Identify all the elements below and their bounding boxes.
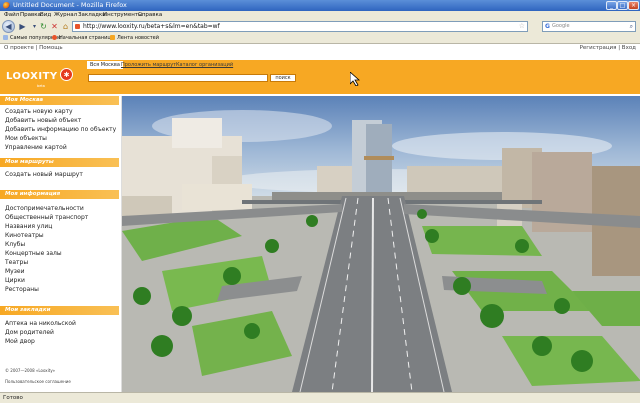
navigation-toolbar: ◀ ▶ ▾ ↻ ✕ ⌂ http://www.looxity.ru/beta+s…: [0, 19, 640, 34]
close-button[interactable]: ×: [628, 1, 639, 10]
bookmark-start-page[interactable]: Начальная страница: [52, 34, 114, 43]
url-bar[interactable]: http://www.looxity.ru/beta+s&lm=en&tab=w…: [72, 21, 528, 32]
tab-catalog[interactable]: Каталог организаций: [173, 61, 236, 69]
section-my-moscow: Моя Москва: [0, 96, 119, 105]
sidebar-link[interactable]: Аптека на никольской: [5, 320, 76, 328]
3d-map-view[interactable]: [121, 96, 640, 392]
menu-bookmarks[interactable]: Закладки: [78, 11, 106, 19]
back-icon[interactable]: ◀: [2, 20, 15, 33]
tab-route[interactable]: Проложить маршрут: [118, 61, 179, 69]
sidebar-link[interactable]: Кинотеатры: [5, 232, 44, 240]
menu-view[interactable]: Вид: [40, 11, 51, 19]
site-header: LOOXITY beta ✱ Вся Москва Проложить марш…: [0, 60, 640, 94]
sidebar-link[interactable]: Мои объекты: [5, 135, 47, 143]
mouse-cursor-icon: [350, 72, 360, 86]
sidebar-link[interactable]: Названия улиц: [5, 223, 52, 231]
sidebar-link[interactable]: Добавить информацию по объекту: [5, 126, 116, 134]
site-search-input[interactable]: [88, 74, 268, 82]
home-icon[interactable]: ⌂: [60, 21, 71, 32]
site-favicon: [75, 24, 80, 29]
google-icon: G: [545, 23, 550, 30]
search-engine-label: Google: [552, 23, 570, 29]
site-search-button[interactable]: поиск: [270, 74, 296, 82]
sidebar-link[interactable]: Клубы: [5, 241, 25, 249]
sidebar-link[interactable]: Рестораны: [5, 286, 39, 294]
firefox-icon: [52, 35, 57, 40]
logo-subtitle: beta: [37, 84, 45, 88]
firefox-icon: [3, 2, 10, 9]
window-title: Untitled Document - Mozilla Firefox: [13, 1, 127, 9]
stop-icon[interactable]: ✕: [49, 21, 60, 32]
sidebar-link[interactable]: Достопримечательности: [5, 205, 84, 213]
status-bar: Готово: [0, 392, 640, 403]
logo-badge-icon: ✱: [60, 68, 73, 81]
browser-search-field[interactable]: G Google ⌕: [542, 21, 636, 32]
menu-help[interactable]: Справка: [138, 11, 162, 19]
section-my-bookmarks: Мои закладки: [0, 306, 119, 315]
city-scene: [122, 96, 640, 392]
bookmark-star-icon[interactable]: ☆: [519, 22, 525, 31]
sidebar: Моя Москва Создать новую карту Добавить …: [0, 96, 119, 392]
menu-edit[interactable]: Правка: [20, 11, 41, 19]
bookmark-news-feed[interactable]: Лента новостей: [110, 34, 159, 43]
sidebar-link[interactable]: Цирки: [5, 277, 25, 285]
register-login-links[interactable]: Регистрация | Вход: [580, 45, 636, 51]
sidebar-link[interactable]: Дом родителей: [5, 329, 54, 337]
site-logo[interactable]: LOOXITY: [6, 71, 58, 82]
rss-icon: [110, 35, 115, 40]
user-agreement-link[interactable]: Пользовательское соглашение: [5, 379, 71, 384]
web-page: О проекте | Помощь Регистрация | Вход LO…: [0, 44, 640, 392]
sidebar-link[interactable]: Управление картой: [5, 144, 67, 152]
section-my-routes: Мои маршруты: [0, 158, 119, 167]
sidebar-link[interactable]: Добавить новый объект: [5, 117, 81, 125]
menu-history[interactable]: Журнал: [54, 11, 77, 19]
url-text: http://www.looxity.ru/beta+s&lm=en&tab=w…: [83, 23, 220, 30]
forward-icon[interactable]: ▶: [17, 21, 28, 32]
bookmark-label: Начальная страница: [59, 35, 114, 41]
bookmark-icon: [3, 35, 8, 40]
window-titlebar: Untitled Document - Mozilla Firefox _ □ …: [0, 0, 640, 11]
menu-file[interactable]: Файл: [4, 11, 19, 19]
maximize-button[interactable]: □: [617, 1, 628, 10]
reload-icon[interactable]: ↻: [38, 21, 49, 32]
copyright: © 2007—2008 «Looxity»: [5, 368, 56, 373]
section-my-info: Моя информация: [0, 190, 119, 199]
bookmarks-bar: Самые популярные Начальная страница Лент…: [0, 34, 640, 44]
sidebar-link[interactable]: Музеи: [5, 268, 25, 276]
minimize-button[interactable]: _: [606, 1, 617, 10]
about-help-links[interactable]: О проекте | Помощь: [4, 45, 63, 51]
bookmark-label: Лента новостей: [117, 35, 159, 41]
menu-tools[interactable]: Инструменты: [103, 11, 142, 19]
sidebar-link[interactable]: Создать новую карту: [5, 108, 73, 116]
search-icon[interactable]: ⌕: [630, 22, 633, 31]
sidebar-link[interactable]: Создать новый маршрут: [5, 171, 83, 179]
sidebar-link[interactable]: Мой двор: [5, 338, 35, 346]
sidebar-link[interactable]: Концертные залы: [5, 250, 62, 258]
sidebar-link[interactable]: Общественный транспорт: [5, 214, 88, 222]
sidebar-link[interactable]: Театры: [5, 259, 28, 267]
